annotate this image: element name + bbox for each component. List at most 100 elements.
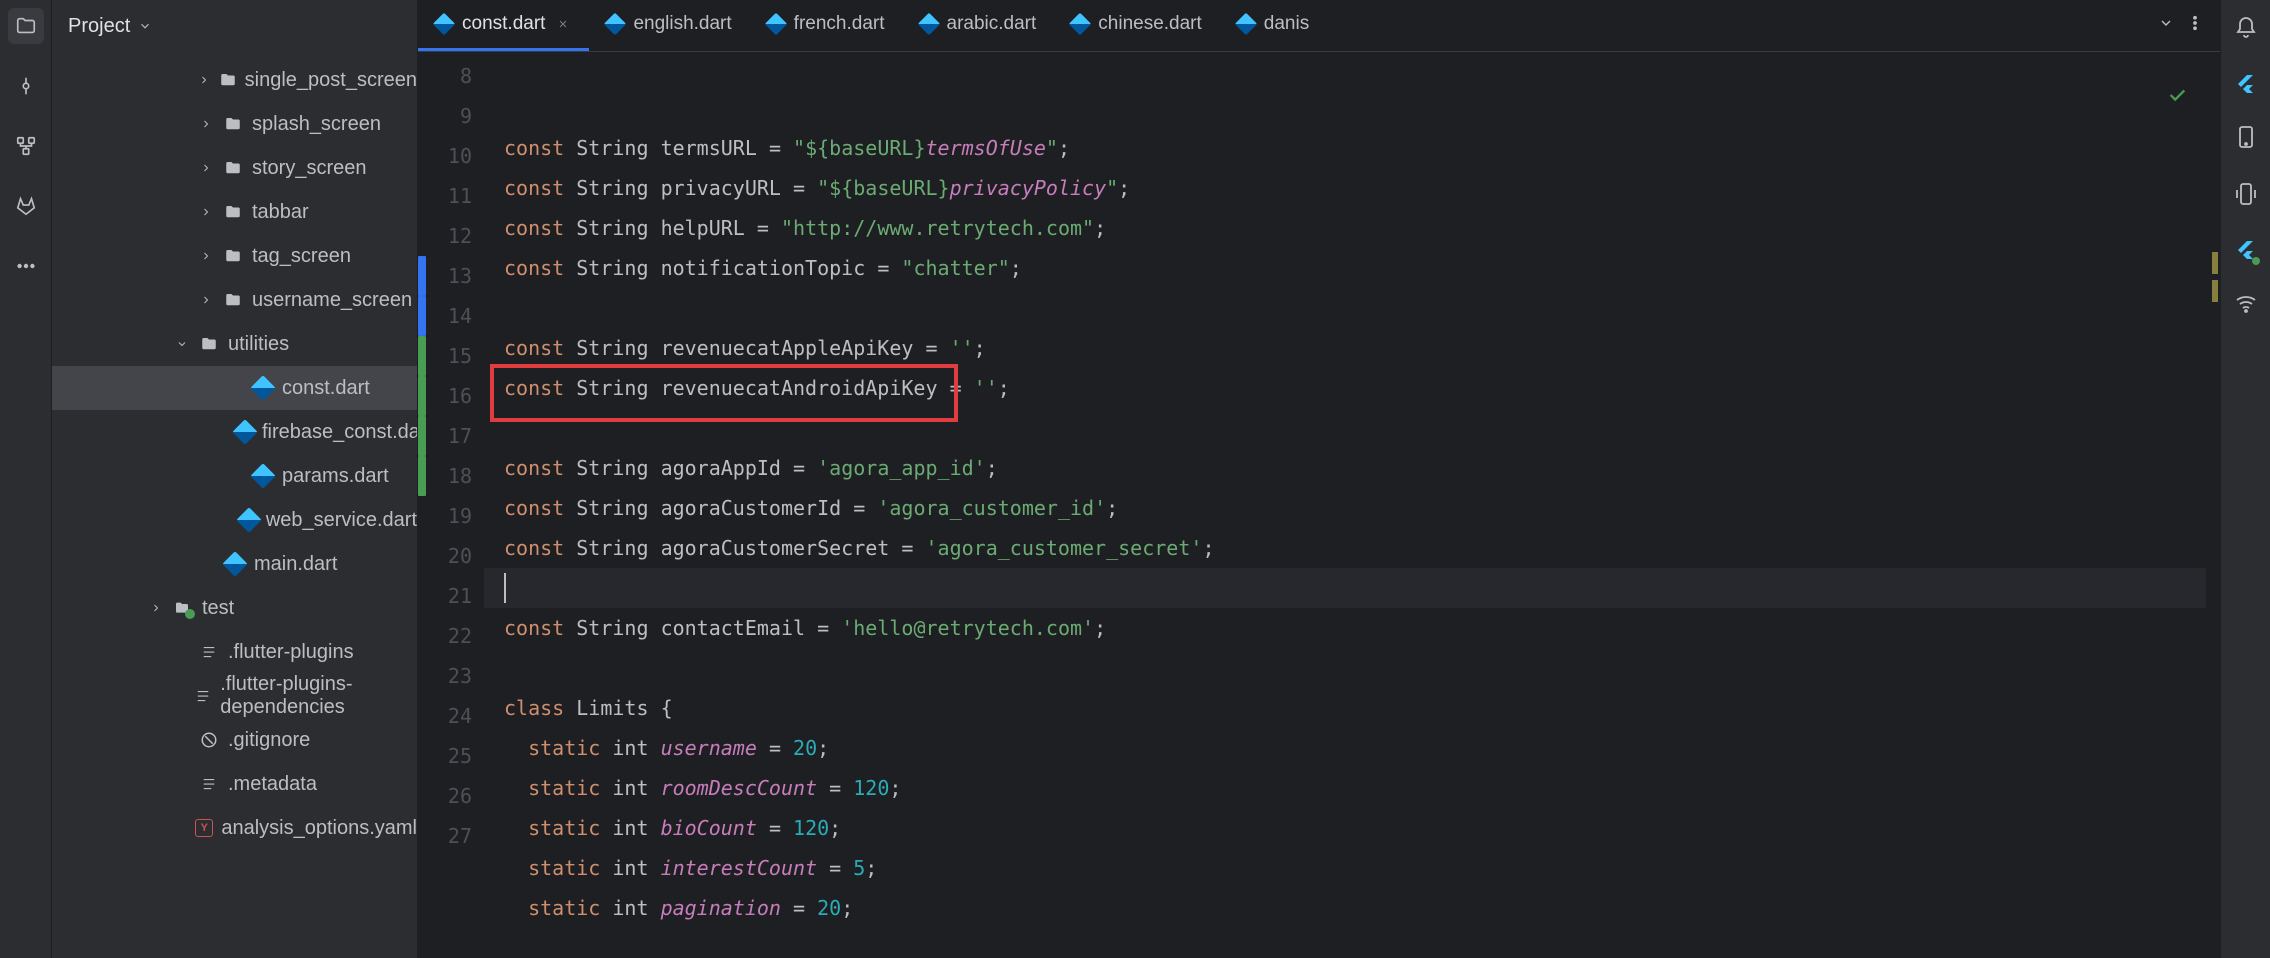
tree-item-label: test bbox=[202, 597, 234, 620]
tree-item--gitignore[interactable]: .gitignore bbox=[52, 718, 417, 762]
folder-icon bbox=[222, 201, 244, 223]
test-folder-icon bbox=[172, 597, 194, 619]
device-manager-button[interactable] bbox=[2234, 125, 2258, 154]
tree-item-label: analysis_options.yaml bbox=[221, 817, 417, 840]
code-line-19 bbox=[484, 568, 2206, 608]
tree-item-label: tag_screen bbox=[252, 245, 351, 268]
tree-item-tag-screen[interactable]: tag_screen bbox=[52, 234, 417, 278]
tree-item-label: .flutter-plugins-dependencies bbox=[220, 673, 417, 719]
more-tool-button[interactable] bbox=[8, 248, 44, 284]
tree-item-const-dart[interactable]: const.dart bbox=[52, 366, 417, 410]
gutter-change-marker bbox=[418, 456, 426, 496]
code-line-13: const String revenuecatAppleApiKey = ''; bbox=[484, 328, 2206, 368]
commit-tool-button[interactable] bbox=[8, 68, 44, 104]
chevron-icon bbox=[198, 292, 214, 308]
tree-item--metadata[interactable]: .metadata bbox=[52, 762, 417, 806]
chevron-icon bbox=[228, 512, 232, 528]
code-editor[interactable]: 89101112131415161718192021222324252627 c… bbox=[418, 52, 2220, 958]
line-number: 14 bbox=[426, 296, 472, 336]
code-line-11: const String notificationTopic = "chatte… bbox=[484, 248, 2206, 288]
tree-item-params-dart[interactable]: params.dart bbox=[52, 454, 417, 498]
chevron-icon bbox=[148, 600, 164, 616]
tree-item-analysis-options-yaml[interactable]: Yanalysis_options.yaml bbox=[52, 806, 417, 850]
chevron-icon bbox=[174, 776, 190, 792]
tree-item-tabbar[interactable]: tabbar bbox=[52, 190, 417, 234]
line-number: 15 bbox=[426, 336, 472, 376]
project-tool-button[interactable] bbox=[8, 8, 44, 44]
chevron-icon bbox=[174, 644, 190, 660]
folder-icon bbox=[222, 245, 244, 267]
gutter-change-marker bbox=[418, 256, 426, 296]
folder-icon bbox=[222, 157, 244, 179]
editor-tab-const-dart[interactable]: const.dart bbox=[418, 0, 589, 51]
wifi-button[interactable] bbox=[2234, 291, 2258, 320]
project-tree[interactable]: single_post_screen splash_screenstory_scr… bbox=[52, 52, 417, 958]
close-icon[interactable] bbox=[555, 16, 571, 32]
structure-tool-button[interactable] bbox=[8, 128, 44, 164]
code-line-25: static int bioCount = 120; bbox=[484, 808, 2206, 848]
dart-file-icon bbox=[764, 13, 787, 36]
line-number: 21 bbox=[426, 576, 472, 616]
line-number: 17 bbox=[426, 416, 472, 456]
dart-file-icon bbox=[433, 13, 456, 36]
editor-tab-chinese-dart[interactable]: chinese.dart bbox=[1054, 0, 1220, 51]
code-content[interactable]: const String termsURL = "${baseURL}terms… bbox=[484, 52, 2206, 958]
editor-tab-danis[interactable]: danis bbox=[1220, 0, 1327, 51]
warning-marker[interactable] bbox=[2212, 280, 2218, 302]
tree-item-username-screen[interactable]: username_screen bbox=[52, 278, 417, 322]
tree-item-label: utilities bbox=[228, 333, 289, 356]
code-line-9: const String privacyURL = "${baseURL}pri… bbox=[484, 168, 2206, 208]
flutter-inspector-button[interactable] bbox=[2234, 239, 2258, 263]
dart-file-icon bbox=[604, 13, 627, 36]
editor-tab-english-dart[interactable]: english.dart bbox=[589, 0, 749, 51]
file-icon bbox=[198, 773, 220, 795]
chevron-icon bbox=[174, 820, 187, 836]
device-mirror-button[interactable] bbox=[2234, 182, 2258, 211]
gutter-change-marker bbox=[418, 416, 426, 456]
gitlab-tool-button[interactable] bbox=[8, 188, 44, 224]
tree-item-utilities[interactable]: utilities bbox=[52, 322, 417, 366]
tree-item-splash-screen[interactable]: splash_screen bbox=[52, 102, 417, 146]
tab-label: chinese.dart bbox=[1098, 13, 1202, 35]
left-tool-rail bbox=[0, 0, 52, 958]
tabs-dropdown-button[interactable] bbox=[2158, 15, 2174, 36]
tree-item-web-service-dart[interactable]: web_service.dart bbox=[52, 498, 417, 542]
line-number: 20 bbox=[426, 536, 472, 576]
folder-icon bbox=[198, 333, 220, 355]
editor-tab-french-dart[interactable]: french.dart bbox=[750, 0, 903, 51]
gutter-change-marker bbox=[418, 296, 426, 336]
tree-item--flutter-plugins-dependencies[interactable]: .flutter-plugins-dependencies bbox=[52, 674, 417, 718]
tree-item-firebase-const-dart[interactable]: firebase_const.dart bbox=[52, 410, 417, 454]
dart-file-icon bbox=[252, 465, 274, 487]
tree-item-label: single_post_screen bbox=[245, 69, 417, 92]
check-icon bbox=[2166, 84, 2188, 106]
code-line-12 bbox=[484, 288, 2206, 328]
gutter-change-marker bbox=[418, 336, 426, 376]
code-line-18: const String agoraCustomerSecret = 'agor… bbox=[484, 528, 2206, 568]
file-icon bbox=[194, 685, 212, 707]
chevron-icon bbox=[198, 204, 214, 220]
gutter-change-marker bbox=[418, 376, 426, 416]
dart-file-icon bbox=[224, 553, 246, 575]
inspection-indicator[interactable] bbox=[2070, 60, 2188, 135]
chevron-down-icon bbox=[138, 19, 152, 33]
tree-item--flutter-plugins[interactable]: .flutter-plugins bbox=[52, 630, 417, 674]
tree-item-story-screen[interactable]: story_screen bbox=[52, 146, 417, 190]
notifications-button[interactable] bbox=[2234, 16, 2258, 45]
flutter-tool-button[interactable] bbox=[2234, 73, 2258, 97]
tree-item-main-dart[interactable]: main.dart bbox=[52, 542, 417, 586]
tabs-more-button[interactable] bbox=[2186, 14, 2204, 37]
line-number: 13 bbox=[426, 256, 472, 296]
right-tool-rail bbox=[2220, 0, 2270, 958]
tab-label: arabic.dart bbox=[947, 13, 1037, 35]
line-number: 10 bbox=[426, 136, 472, 176]
caret bbox=[504, 573, 506, 603]
tree-item-test[interactable]: test bbox=[52, 586, 417, 630]
editor-tab-arabic-dart[interactable]: arabic.dart bbox=[903, 0, 1055, 51]
gutter-change-strip bbox=[418, 52, 426, 958]
tab-label: english.dart bbox=[633, 13, 731, 35]
error-stripe[interactable] bbox=[2206, 52, 2220, 958]
project-header[interactable]: Project bbox=[52, 0, 417, 52]
warning-marker[interactable] bbox=[2212, 252, 2218, 274]
tree-item-single-post-screen[interactable]: single_post_screen bbox=[52, 58, 417, 102]
